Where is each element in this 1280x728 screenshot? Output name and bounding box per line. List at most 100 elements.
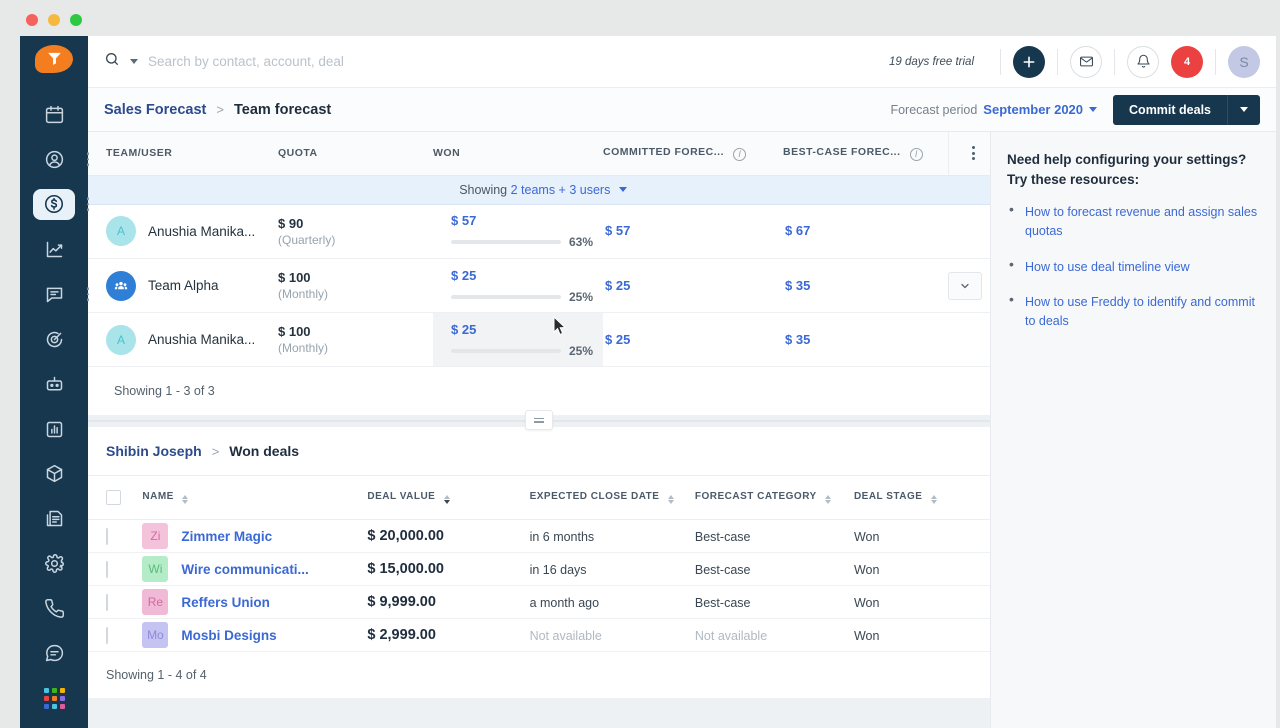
sidebar-item-chat[interactable] [33, 279, 89, 310]
team-user-name[interactable]: Anushia Manika... [148, 332, 255, 347]
deal-name-link[interactable]: Zimmer Magic [181, 529, 272, 544]
list-item[interactable]: How to use deal timeline view [1007, 256, 1260, 277]
team-user-name[interactable]: Anushia Manika... [148, 224, 255, 239]
deal-stage: Won [853, 628, 880, 643]
sort-icon[interactable] [667, 495, 674, 504]
column-team-user[interactable]: TEAM/USER [88, 132, 278, 176]
notification-count-badge[interactable]: 4 [1171, 45, 1203, 78]
best-case-amount[interactable]: $ 35 [783, 278, 810, 293]
commit-deals-button[interactable]: Commit deals [1113, 94, 1260, 125]
sidebar-item-reports[interactable] [33, 234, 75, 265]
deal-name-link[interactable]: Wire communicati... [181, 562, 308, 577]
search-icon[interactable] [104, 51, 120, 72]
sidebar-item-contacts[interactable] [33, 144, 89, 175]
table-row[interactable]: Zi Zimmer Magic $ 20,000.00 in 6 months … [88, 519, 990, 553]
won-amount[interactable]: $ 25 [451, 322, 603, 337]
sidebar-item-target[interactable] [33, 324, 75, 355]
forecast-period-value[interactable]: September 2020 [983, 102, 1083, 117]
column-expected-close-date[interactable]: EXPECTED CLOSE DATE [529, 475, 695, 520]
freshworks-logo-icon[interactable] [35, 45, 73, 73]
deals-breadcrumb-parent[interactable]: Shibin Joseph [106, 443, 202, 459]
showing-teams-users-banner[interactable]: Showing 2 teams + 3 users [88, 175, 998, 205]
deals-header-row: NAME DEAL VALUE EXPECTED CLOSE DATE FORE… [88, 475, 990, 520]
row-checkbox[interactable] [106, 593, 108, 611]
sort-icon[interactable] [182, 495, 189, 504]
cell-won[interactable]: $ 25 25% [433, 312, 603, 367]
table-row[interactable]: Wi Wire communicati... $ 15,000.00 in 16… [88, 552, 990, 586]
table-row[interactable]: A Anushia Manika... $ 100 (Monthly) $ 25… [88, 312, 998, 367]
table-row[interactable]: Mo Mosbi Designs $ 2,999.00 Not availabl… [88, 618, 990, 652]
select-all-checkbox[interactable] [106, 490, 121, 505]
add-new-button[interactable] [1013, 45, 1045, 78]
breadcrumb-parent-link[interactable]: Sales Forecast [104, 102, 206, 118]
deal-name-link[interactable]: Mosbi Designs [181, 628, 276, 643]
info-icon[interactable]: i [733, 147, 747, 161]
column-committed-forecast[interactable]: COMMITTED FOREC... i [603, 132, 783, 176]
best-case-amount[interactable]: $ 35 [783, 332, 810, 347]
minimize-window-dot[interactable] [48, 14, 60, 26]
list-item[interactable]: How to use Freddy to identify and commit… [1007, 291, 1260, 331]
forecast-header-row: TEAM/USER QUOTA WON COMMITTED FOREC... i… [88, 132, 998, 176]
cell-close-date: Not available [529, 618, 695, 652]
column-forecast-category[interactable]: FORECAST CATEGORY [694, 475, 854, 520]
showing-link[interactable]: 2 teams + 3 users [511, 183, 611, 197]
table-row[interactable]: A Anushia Manika... $ 90 (Quarterly) $ 5… [88, 204, 998, 259]
column-deal-value[interactable]: DEAL VALUE [367, 475, 530, 520]
search-input[interactable] [148, 54, 508, 69]
expand-team-button[interactable] [948, 271, 982, 300]
help-link[interactable]: How to use deal timeline view [1025, 260, 1190, 274]
committed-amount[interactable]: $ 57 [603, 223, 630, 238]
row-checkbox[interactable] [106, 527, 108, 545]
avatar: A [106, 216, 136, 247]
sidebar-item-settings[interactable] [33, 548, 75, 579]
table-row[interactable]: Team Alpha $ 100 (Monthly) $ 25 25% $ 25… [88, 258, 998, 313]
info-icon[interactable]: i [909, 147, 923, 161]
sidebar-item-products[interactable] [33, 458, 75, 489]
won-amount[interactable]: $ 57 [451, 213, 603, 228]
sidebar-more-dots-contacts[interactable] [86, 152, 89, 167]
sidebar-item-bot[interactable] [33, 369, 75, 400]
forecast-period-caret-icon[interactable] [1089, 107, 1098, 112]
search-filter-caret-icon[interactable] [130, 59, 138, 64]
sidebar-item-analytics[interactable] [33, 414, 75, 445]
sort-icon-active[interactable] [443, 495, 450, 504]
column-best-case-forecast[interactable]: BEST-CASE FOREC... i [783, 132, 948, 176]
splitter-drag-handle[interactable] [525, 410, 553, 430]
row-checkbox[interactable] [106, 626, 108, 644]
won-amount[interactable]: $ 25 [451, 268, 603, 283]
showing-caret-icon[interactable] [618, 186, 627, 192]
panel-splitter[interactable] [88, 410, 990, 430]
column-label: NAME [142, 491, 174, 502]
sidebar-item-deals[interactable] [33, 188, 89, 220]
help-link[interactable]: How to use Freddy to identify and commit… [1025, 295, 1255, 328]
list-item[interactable]: How to forecast revenue and assign sales… [1007, 201, 1260, 241]
column-won[interactable]: WON [433, 132, 603, 176]
column-name[interactable]: NAME [142, 475, 368, 520]
sidebar-more-dots-deals[interactable] [86, 197, 89, 212]
apps-grid-icon [43, 688, 65, 710]
user-avatar[interactable]: S [1228, 45, 1260, 78]
commit-deals-caret-icon[interactable] [1228, 107, 1260, 112]
sidebar-item-calendar[interactable] [33, 99, 75, 130]
sidebar-item-apps-grid[interactable] [33, 683, 75, 714]
team-user-name[interactable]: Team Alpha [148, 278, 219, 293]
committed-amount[interactable]: $ 25 [603, 332, 630, 347]
notifications-bell-button[interactable] [1127, 45, 1159, 78]
email-button[interactable] [1070, 45, 1102, 78]
committed-amount[interactable]: $ 25 [603, 278, 630, 293]
row-checkbox[interactable] [106, 560, 108, 578]
best-case-amount[interactable]: $ 67 [783, 223, 810, 238]
maximize-window-dot[interactable] [70, 14, 82, 26]
sort-icon[interactable] [824, 495, 831, 504]
sidebar-item-message[interactable] [33, 638, 75, 669]
sidebar-item-documents[interactable] [33, 503, 75, 534]
help-link[interactable]: How to forecast revenue and assign sales… [1025, 205, 1257, 238]
table-row[interactable]: Re Reffers Union $ 9,999.00 a month ago … [88, 585, 990, 619]
sidebar-more-dots-chat[interactable] [86, 287, 89, 301]
close-window-dot[interactable] [26, 14, 38, 26]
column-quota[interactable]: QUOTA [278, 132, 433, 176]
deal-name-link[interactable]: Reffers Union [181, 595, 270, 610]
sidebar-item-phone[interactable] [33, 593, 75, 624]
sort-icon[interactable] [930, 495, 937, 504]
column-deal-stage[interactable]: DEAL STAGE [853, 475, 990, 520]
